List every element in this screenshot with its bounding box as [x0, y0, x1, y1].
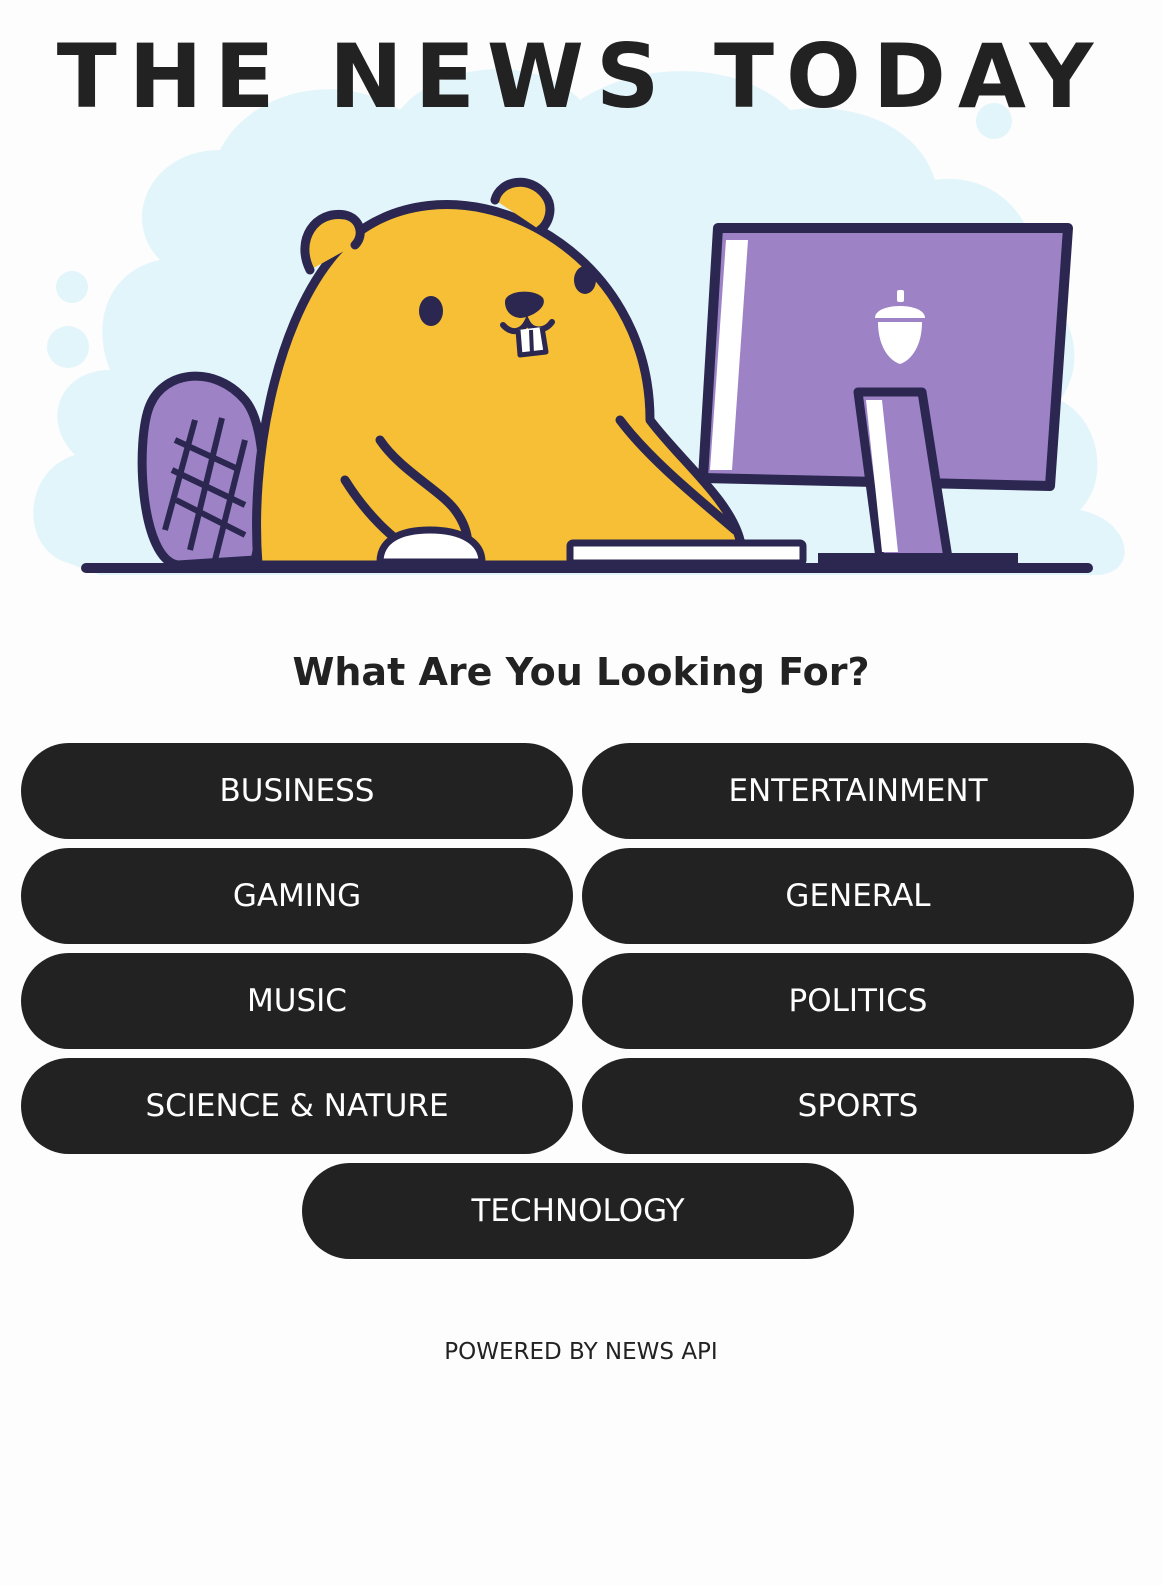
keyboard	[566, 539, 807, 567]
category-gaming-button[interactable]: GAMING	[21, 848, 573, 944]
category-politics-button[interactable]: POLITICS	[582, 953, 1134, 1049]
category-science-nature-button[interactable]: SCIENCE & NATURE	[21, 1058, 573, 1154]
search-prompt: What Are You Looking For?	[292, 650, 870, 694]
category-entertainment-button[interactable]: ENTERTAINMENT	[582, 743, 1134, 839]
category-music-button[interactable]: MUSIC	[21, 953, 573, 1049]
category-business-button[interactable]: BUSINESS	[21, 743, 573, 839]
category-sports-button[interactable]: SPORTS	[582, 1058, 1134, 1154]
site-title: THE NEWS TODAY	[56, 25, 1106, 128]
category-general-button[interactable]: GENERAL	[582, 848, 1134, 944]
category-technology-button[interactable]: TECHNOLOGY	[302, 1163, 854, 1259]
beaver-tail	[137, 371, 268, 570]
footer-credit: POWERED BY NEWS API	[444, 1339, 718, 1365]
hero-illustration: THE NEWS TODAY	[0, 0, 1162, 600]
computer-mouse	[376, 526, 486, 566]
